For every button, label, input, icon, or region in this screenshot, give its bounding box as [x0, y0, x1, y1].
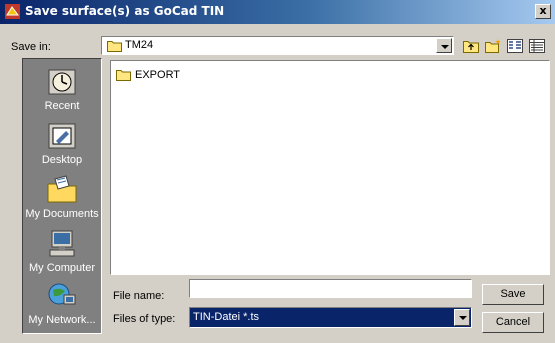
file-name-field[interactable] [189, 279, 472, 298]
save-button[interactable]: Save [482, 284, 544, 305]
cancel-button[interactable]: Cancel [482, 312, 544, 333]
save-in-combo[interactable]: TM24 [101, 36, 454, 55]
place-label: My Computer [28, 262, 96, 274]
place-label: Desktop [41, 154, 83, 166]
window-title: Save surface(s) as GoCad TIN [25, 4, 225, 18]
new-folder-icon[interactable] [484, 38, 502, 54]
up-folder-icon[interactable] [462, 38, 480, 54]
place-my-network[interactable]: My Network... [23, 281, 101, 326]
close-button[interactable]: x [535, 4, 551, 19]
chevron-down-icon[interactable] [454, 309, 470, 326]
my-documents-icon [47, 175, 77, 203]
app-icon [5, 4, 20, 19]
file-type-label: Files of type: [113, 313, 176, 325]
place-label: Recent [44, 100, 80, 112]
file-type-combo[interactable]: TIN-Datei *.ts [189, 307, 472, 328]
save-dialog: Save surface(s) as GoCad TIN x Save in: … [0, 0, 555, 343]
place-desktop[interactable]: Desktop [23, 121, 101, 166]
my-computer-icon [49, 230, 75, 257]
recent-icon [48, 69, 76, 95]
place-my-documents[interactable]: My Documents [23, 175, 101, 220]
file-list[interactable]: EXPORT [110, 60, 550, 275]
save-in-label: Save in: [11, 41, 51, 53]
close-icon: x [539, 4, 547, 17]
list-view-icon[interactable] [506, 38, 524, 54]
file-name: EXPORT [135, 69, 181, 81]
place-recent[interactable]: Recent [23, 67, 101, 112]
place-my-computer[interactable]: My Computer [23, 229, 101, 274]
list-item[interactable]: EXPORT [116, 69, 180, 81]
title-bar[interactable]: Save surface(s) as GoCad TIN x [0, 0, 555, 24]
file-type-value: TIN-Datei *.ts [193, 311, 260, 323]
my-network-icon [48, 283, 76, 305]
place-label: My Documents [25, 208, 99, 220]
places-bar: Recent Desktop My Documents My Computer … [22, 58, 102, 334]
folder-icon [107, 41, 122, 52]
file-name-label: File name: [113, 290, 165, 302]
details-view-icon[interactable] [528, 38, 546, 54]
place-label: My Network... [28, 314, 96, 326]
folder-icon [116, 70, 131, 81]
chevron-down-icon[interactable] [436, 38, 452, 53]
save-in-value: TM24 [125, 39, 154, 51]
desktop-icon [48, 123, 76, 149]
